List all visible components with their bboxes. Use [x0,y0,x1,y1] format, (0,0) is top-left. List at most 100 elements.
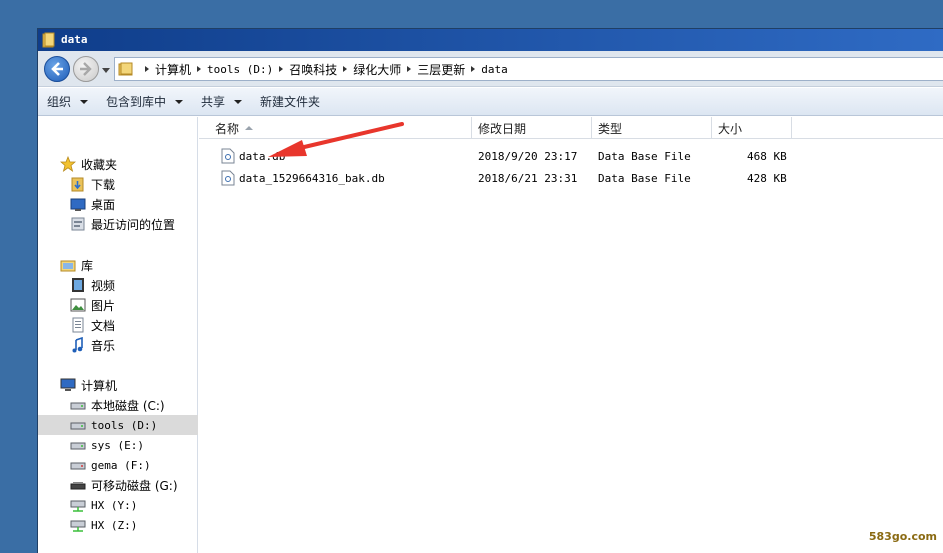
nav-drive-z[interactable]: HX (Z:) [38,515,198,535]
nav-label: 库 [81,258,94,273]
column-name[interactable]: 名称 [209,117,472,139]
nav-label: gema (F:) [91,458,151,472]
column-label: 修改日期 [478,121,527,136]
share-label: 共享 [201,95,226,109]
address-field[interactable]: 计算机 tools (D:) 召唤科技 绿化大师 三层更新 data [114,57,943,81]
chevron-right-icon[interactable] [471,66,476,72]
chevron-down-icon [234,99,243,104]
nav-label: 计算机 [81,378,118,393]
removable-drive-icon [70,482,86,490]
network-drive-icon [70,520,86,532]
table-row[interactable]: data.db 2018/9/20 23:17 Data Base File 4… [199,147,943,167]
nav-item-desktop[interactable]: 桌面 [38,194,198,214]
title-bar[interactable]: data [38,29,943,51]
nav-item-downloads[interactable]: 下载 [38,174,198,194]
nav-drive-g[interactable]: 可移动磁盘 (G:) [38,475,198,495]
column-modified[interactable]: 修改日期 [472,117,592,139]
new-folder-label: 新建文件夹 [260,95,321,109]
nav-item-videos[interactable]: 视频 [38,275,198,295]
folder-icon [118,62,133,76]
column-size[interactable]: 大小 [712,117,792,139]
chevron-down-icon [80,99,89,104]
command-bar: 组织 包含到库中 共享 新建文件夹 [38,88,943,116]
table-row[interactable]: data_1529664316_bak.db 2018/6/21 23:31 D… [199,169,943,189]
desktop-icon [70,198,86,211]
navigation-pane: 收藏夹 下载 桌面 最近访问的位置 库 视频 图片 文档 音乐 计算机 本地磁盘… [38,117,198,553]
nav-label: 文档 [91,318,116,333]
computer-icon [60,378,76,391]
database-file-icon [221,170,235,186]
recent-pages-dropdown[interactable] [101,65,111,75]
nav-label: 最近访问的位置 [91,217,176,232]
breadcrumb-folder-3[interactable]: 三层更新 [417,61,465,78]
chevron-right-icon[interactable] [145,66,149,72]
sort-ascending-icon [245,126,254,130]
nav-drive-f[interactable]: gema (F:) [38,455,198,475]
nav-label: 收藏夹 [81,157,118,172]
database-file-icon [221,148,235,164]
breadcrumb-drive[interactable]: tools (D:) [207,63,273,76]
explorer-window: data 计算机 tools (D:) 召唤科技 绿化大师 三层更新 data … [37,28,943,553]
recent-places-icon [71,217,85,231]
share-button[interactable]: 共享 [201,93,243,110]
watermark: 583go.com [868,530,937,543]
column-label: 大小 [718,121,743,136]
nav-label: HX (Z:) [91,518,138,532]
nav-computer[interactable]: 计算机 [38,375,198,395]
breadcrumb-computer[interactable]: 计算机 [155,61,191,78]
chevron-right-icon[interactable] [279,66,284,72]
back-button[interactable] [44,56,70,82]
star-icon [60,156,76,172]
column-label: 名称 [215,121,240,136]
nav-drive-y[interactable]: HX (Y:) [38,495,198,515]
column-label: 类型 [598,121,623,136]
breadcrumb-folder-2[interactable]: 绿化大师 [353,61,401,78]
window-title: data [61,33,88,46]
picture-icon [70,298,86,312]
organize-button[interactable]: 组织 [47,93,89,110]
nav-item-music[interactable]: 音乐 [38,335,198,355]
include-in-library-label: 包含到库中 [106,95,167,109]
chevron-down-icon [175,99,184,104]
library-icon [60,260,76,272]
column-type[interactable]: 类型 [592,117,712,139]
new-folder-button[interactable]: 新建文件夹 [260,93,320,110]
breadcrumb-folder-1[interactable]: 召唤科技 [289,61,337,78]
nav-label: 下载 [91,177,116,192]
nav-libraries[interactable]: 库 [38,255,198,275]
forward-button[interactable] [73,56,99,82]
file-modified: 2018/6/21 23:31 [478,172,578,185]
organize-label: 组织 [47,95,72,109]
address-bar-area: 计算机 tools (D:) 召唤科技 绿化大师 三层更新 data [38,51,943,87]
arrow-right-icon [80,62,92,76]
chevron-right-icon[interactable] [197,66,202,72]
nav-label: 可移动磁盘 (G:) [91,478,178,493]
arrow-left-icon [51,62,63,76]
nav-label: 音乐 [91,338,116,353]
nav-label: 桌面 [91,197,116,212]
nav-item-recent-places[interactable]: 最近访问的位置 [38,214,198,234]
nav-drive-d[interactable]: tools (D:) [38,415,198,435]
file-size: 428 KB [747,172,787,185]
nav-favorites[interactable]: 收藏夹 [38,154,198,174]
hard-drive-icon [70,442,86,450]
file-modified: 2018/9/20 23:17 [478,150,578,163]
chevron-right-icon[interactable] [407,66,412,72]
file-type: Data Base File [598,150,691,163]
nav-label: 图片 [91,298,116,313]
nav-label: HX (Y:) [91,498,138,512]
nav-drive-e[interactable]: sys (E:) [38,435,198,455]
document-icon [72,317,84,333]
video-icon [72,278,84,292]
file-list: 名称 修改日期 类型 大小 data.db 2018/9/20 23:17 Da… [199,117,943,553]
include-in-library-button[interactable]: 包含到库中 [106,93,184,110]
hard-drive-icon [70,462,86,470]
file-type: Data Base File [598,172,691,185]
nav-drive-c[interactable]: 本地磁盘 (C:) [38,395,198,415]
hard-drive-icon [70,422,86,430]
breadcrumb-current[interactable]: data [481,63,508,76]
nav-item-pictures[interactable]: 图片 [38,295,198,315]
nav-item-documents[interactable]: 文档 [38,315,198,335]
chevron-right-icon[interactable] [343,66,348,72]
nav-label: tools (D:) [91,418,158,432]
